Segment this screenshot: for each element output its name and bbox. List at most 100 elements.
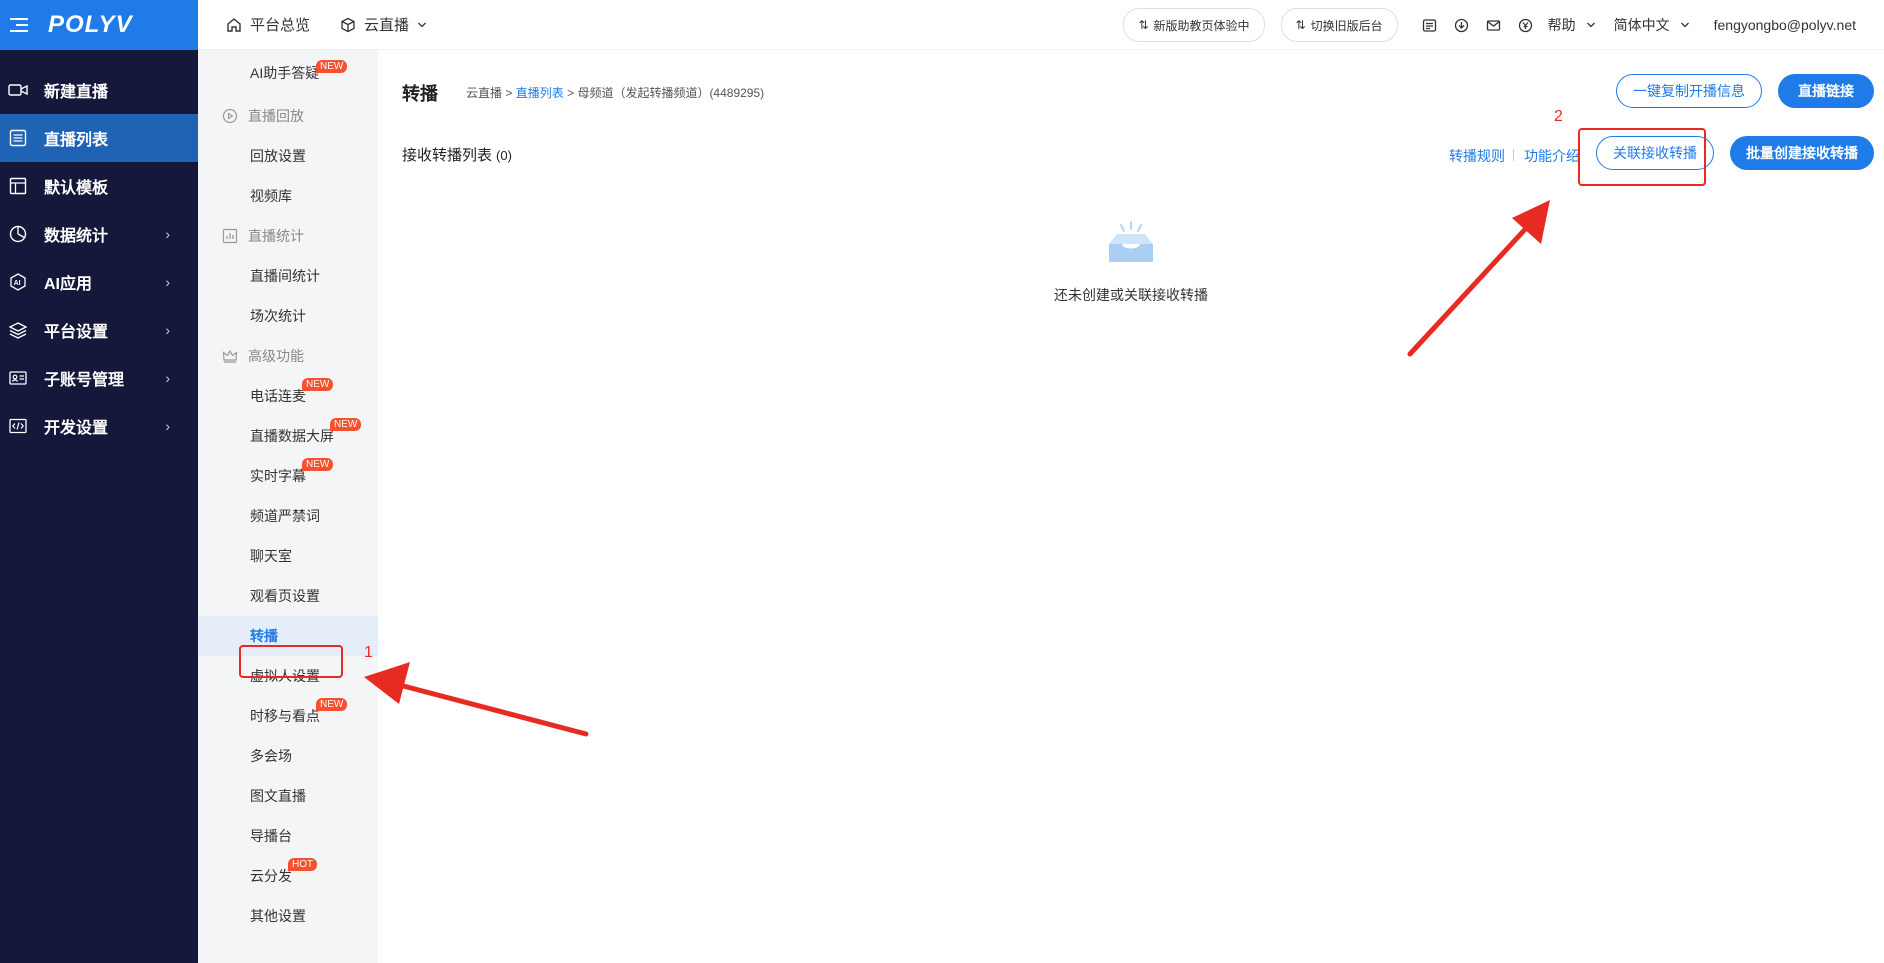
new-assistant-page-toggle[interactable]: ⇅ 新版助教页体验中 [1123,8,1265,42]
breadcrumb-live-list[interactable]: 直播列表 [516,86,564,100]
submenu-item-ai-assistant[interactable]: AI助手答疑 NEW [198,50,378,96]
sidebar-item-0[interactable]: 新建直播 [0,66,198,114]
submenu-item[interactable]: 多会场 [198,736,378,776]
submenu-item[interactable]: 频道严禁词 [198,496,378,536]
submenu-item[interactable]: 视频库 [198,176,378,216]
sidebar-item-label: 默认模板 [44,180,109,197]
submenu-item-label: 时移与看点 [250,708,320,724]
sidebar-item-2[interactable]: 默认模板 [0,162,198,210]
submenu-item[interactable]: 图文直播 [198,776,378,816]
submenu-item-label: 导播台 [250,828,292,844]
batch-create-receive-relay-button[interactable]: 批量创建接收转播 [1730,136,1874,170]
hot-badge: HOT [288,858,318,871]
chevron-right-icon: › [165,418,170,434]
sidebar-item-label: 新建直播 [44,84,109,101]
breadcrumb-channel: 母频道（发起转播频道）(4489295) [577,86,765,100]
polyv-logo[interactable]: POLYV [48,11,133,39]
submenu-item-label: 观看页设置 [250,588,320,604]
breadcrumb-root[interactable]: 云直播 [466,86,502,100]
submenu-item[interactable]: 场次统计 [198,296,378,336]
cloud-live-label: 云直播 [364,17,410,34]
ai-icon: AI [8,272,28,292]
svg-text:AI: AI [14,280,21,287]
user-account[interactable]: fengyongbo@polyv.net [1714,17,1856,33]
new-badge: NEW [302,458,334,471]
template-icon [8,176,28,196]
submenu-item[interactable]: 直播数据大屏 NEW [198,416,378,456]
relay-rules-link[interactable]: 转播规则 [1449,146,1505,166]
mail-icon[interactable] [1486,17,1502,33]
submenu-item[interactable]: 直播间统计 [198,256,378,296]
sidebar-item-label: 开发设置 [44,420,109,437]
new-badge: NEW [316,698,348,711]
switch-icon: ⇅ [1295,18,1306,32]
language-dropdown[interactable]: 简体中文 [1614,15,1690,35]
pie-chart-icon [8,224,28,244]
submenu-item[interactable]: 实时字幕 NEW [198,456,378,496]
chevron-down-icon [1680,20,1690,30]
submenu-item[interactable]: 观看页设置 [198,576,378,616]
sidebar-item-3[interactable]: 数据统计 › [0,210,198,258]
submenu-item[interactable]: 导播台 [198,816,378,856]
billing-icon[interactable] [1518,17,1534,33]
section-title-label: 接收转播列表 [402,147,493,164]
receive-relay-list-title: 接收转播列表 (0) [402,144,512,165]
list-icon [8,128,28,148]
submenu-item-label: 回放设置 [250,148,306,164]
old-backend-toggle[interactable]: ⇅ 切换旧版后台 [1280,8,1398,42]
id-card-icon [8,368,28,388]
live-link-button[interactable]: 直播链接 [1778,74,1874,108]
chevron-right-icon: › [165,274,170,290]
logo-bar: POLYV [0,0,198,50]
submenu-item-label: 图文直播 [250,788,306,804]
sidebar-item-4[interactable]: AI AI应用 › [0,258,198,306]
sidebar-item-5[interactable]: 平台设置 › [0,306,198,354]
new-badge: NEW [302,378,334,391]
playback-icon [222,108,238,124]
submenu-group-title: 直播回放 [248,108,304,124]
help-dropdown[interactable]: 帮助 [1548,15,1596,35]
submenu-item-label: 转播 [250,628,278,644]
submenu-item[interactable]: 其他设置 [198,896,378,936]
menu-toggle-icon[interactable] [10,15,30,35]
annotation-box-relay-menu [239,645,343,678]
submenu-item-label: 直播数据大屏 [250,428,334,444]
submenu-item[interactable]: 云分发 HOT [198,856,378,896]
bar-chart-icon [222,228,238,244]
submenu-item-label: 频道严禁词 [250,508,320,524]
document-icon[interactable] [1422,17,1438,33]
cloud-live-dropdown[interactable]: 云直播 [340,14,427,35]
submenu-item[interactable]: 电话连麦 NEW [198,376,378,416]
crown-icon [222,348,238,364]
copy-broadcast-info-button[interactable]: 一键复制开播信息 [1616,74,1762,108]
sidebar-item-6[interactable]: 子账号管理 › [0,354,198,402]
submenu-groups: 直播回放 回放设置 视频库 直播统计 直播间统计 场次统计 高级功能 电话连麦 NEW 直播数据大… [198,96,378,936]
submenu-item[interactable]: 聊天室 [198,536,378,576]
chevron-down-icon [417,20,427,30]
sidebar-item-7[interactable]: 开发设置 › [0,402,198,450]
submenu-item[interactable]: 回放设置 [198,136,378,176]
submenu-group-header: 高级功能 [198,336,378,376]
platform-overview-link[interactable]: 平台总览 [226,14,310,35]
sidebar-item-1[interactable]: 直播列表 [0,114,198,162]
download-icon[interactable] [1454,17,1470,33]
breadcrumb-separator: > [505,86,513,100]
page-title: 转播 [402,84,438,104]
submenu-item-label: AI助手答疑 [250,65,320,81]
sidebar-nav: 新建直播 直播列表 默认模板 数据统计 › AI AI应用 › 平台设置 › 子账号管理 › 开发设置 › [0,66,198,450]
cube-icon [340,17,356,33]
sidebar-item-label: 数据统计 [44,228,109,245]
main-content: 转播 云直播 > 直播列表 > 母频道（发起转播频道）(4489295) 一键复… [378,50,1884,963]
sidebar-item-label: AI应用 [44,276,93,293]
new-badge: NEW [330,418,362,431]
video-camera-icon [8,80,28,100]
breadcrumb-separator: > [567,86,575,100]
new-assistant-page-label: 新版助教页体验中 [1153,18,1250,33]
submenu-item[interactable]: 时移与看点 NEW [198,696,378,736]
platform-overview-label: 平台总览 [250,17,311,34]
home-icon [226,17,242,33]
annotation-step-2: 2 [1554,108,1563,125]
feature-intro-link[interactable]: 功能介绍 [1524,146,1580,166]
empty-state-text: 还未创建或关联接收转播 [1054,287,1208,303]
chevron-right-icon: › [165,322,170,338]
